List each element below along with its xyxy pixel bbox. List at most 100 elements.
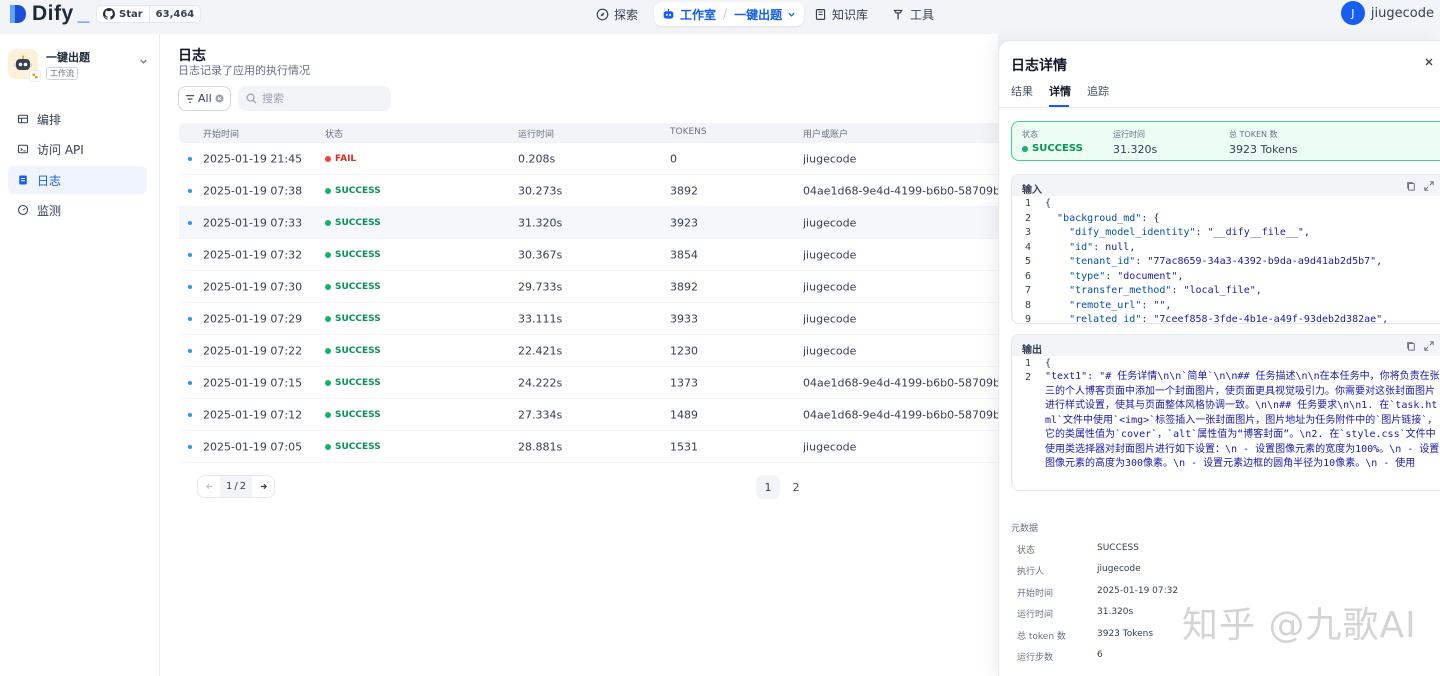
- metadata-value: jiugecode: [1097, 564, 1141, 575]
- page-2-button[interactable]: 2: [784, 475, 808, 499]
- status-badge: SUCCESS: [1022, 143, 1083, 154]
- chevron-down-icon[interactable]: [139, 57, 148, 66]
- table-header: 开始时间 状态 运行时间 TOKENS 用户或账户: [179, 123, 998, 143]
- sidebar-item-logs[interactable]: 日志: [8, 166, 147, 194]
- nav-knowledge[interactable]: 知识库: [806, 2, 876, 26]
- row-user: 04ae1d68-9e4d-4199-b6b0-58709bae28: [803, 184, 1028, 197]
- row-tokens: 3892: [670, 184, 698, 197]
- row-tokens: 1489: [670, 408, 698, 421]
- expand-icon[interactable]: [1424, 341, 1434, 351]
- metadata-value: 3923 Tokens: [1097, 628, 1154, 639]
- sidebar-item-orchestrate[interactable]: 编排: [8, 105, 147, 133]
- current-app-selector[interactable]: 一键出题: [734, 6, 782, 23]
- row-user: jiugecode: [803, 152, 857, 165]
- code-line: "type": "document",: [1069, 270, 1184, 282]
- row-time: 2025-01-19 21:45: [203, 152, 303, 165]
- nav-explore[interactable]: 探索: [588, 2, 646, 26]
- nav-tools[interactable]: 工具: [884, 2, 942, 26]
- github-star-button[interactable]: Star 63,464: [96, 5, 202, 23]
- tab-detail[interactable]: 详情: [1049, 83, 1071, 99]
- copy-icon[interactable]: [1406, 181, 1416, 191]
- log-list-area: 日志 日志记录了应用的执行情况 All 开始时间 状态 运行时间 TOKENS …: [160, 34, 1028, 676]
- file-text-icon: [19, 175, 27, 185]
- tab-result[interactable]: 结果: [1011, 83, 1033, 99]
- metadata-label: 状态: [1017, 546, 1036, 556]
- table-row[interactable]: 2025-01-19 07:15 SUCCESS 24.222s 1373 04ae1d…: [179, 367, 1028, 399]
- unread-dot: [188, 156, 192, 161]
- row-time: 2025-01-19 07:29: [203, 312, 303, 325]
- code-line: "dify_model_identity": "__dify__file__",: [1069, 227, 1310, 238]
- status-badge: SUCCESS: [325, 218, 381, 228]
- sidebar-item-api[interactable]: 访问 API: [8, 135, 147, 163]
- row-user: 04ae1d68-9e4d-4199-b6b0-58709bae28: [803, 408, 1028, 421]
- app-name: 一键出题: [46, 50, 90, 64]
- table-row[interactable]: 2025-01-19 07:32 SUCCESS 30.367s 3854 jiugec…: [179, 239, 998, 271]
- unread-dot: [188, 348, 192, 353]
- row-tokens: 1531: [670, 440, 698, 453]
- code-line: "remote_url": "",: [1069, 299, 1172, 311]
- sidebar-item-monitor[interactable]: 监测: [8, 196, 147, 224]
- row-time: 2025-01-19 07:05: [203, 440, 303, 453]
- user-menu[interactable]: J jiugecode: [1340, 1, 1434, 25]
- arrow-left-icon: [205, 483, 212, 490]
- table-row[interactable]: 2025-01-19 07:30 SUCCESS 29.733s 3892 jiugec…: [179, 271, 998, 303]
- status-badge: SUCCESS: [325, 346, 381, 356]
- row-tokens: 1230: [670, 344, 698, 357]
- workflow-icon: [32, 73, 38, 79]
- metadata-label: 执行人: [1017, 567, 1045, 578]
- clear-icon[interactable]: [215, 94, 224, 103]
- col-tokens: TOKENS: [670, 127, 707, 137]
- sidebar: 一键出题 工作流 编排 访问 API 日志 监测: [0, 34, 160, 676]
- terminal-icon: [17, 144, 29, 154]
- search-input[interactable]: [262, 92, 382, 105]
- tab-trace[interactable]: 追踪: [1087, 83, 1109, 99]
- output-title: 输出: [1022, 345, 1042, 356]
- code-line: "transfer_method": "local_file",: [1069, 285, 1262, 296]
- page-1-button[interactable]: 1: [756, 475, 780, 499]
- status-badge: SUCCESS: [325, 186, 381, 196]
- row-runtime: 31.320s: [518, 216, 563, 229]
- robot-icon: [663, 8, 674, 19]
- row-user: jiugecode: [803, 344, 857, 357]
- table-row[interactable]: 2025-01-19 07:05 SUCCESS 28.881s 1531 jiugec…: [179, 431, 998, 463]
- unread-dot: [188, 412, 192, 417]
- panel-title: 日志详情: [1011, 58, 1067, 74]
- metadata-label: 运行步数: [1017, 653, 1054, 663]
- output-editor[interactable]: 1 { 2 "text1": "# 任务详情\n\n`简单`\n\n## 任务描…: [1013, 356, 1440, 490]
- table-row[interactable]: 2025-01-19 07:29 SUCCESS 33.111s 3933 jiugec…: [179, 303, 998, 335]
- chevron-down-icon[interactable]: [787, 10, 796, 19]
- app-switcher[interactable]: 一键出题 工作流: [8, 46, 152, 82]
- row-runtime: 29.733s: [518, 280, 563, 293]
- app-icon: [8, 49, 41, 82]
- next-page-button[interactable]: [252, 476, 274, 497]
- table-row[interactable]: 2025-01-19 21:45 FAIL 0.208s 0 jiugecode: [179, 143, 998, 175]
- row-runtime: 24.222s: [518, 376, 563, 389]
- row-runtime: 30.273s: [518, 184, 563, 197]
- search-box[interactable]: [238, 86, 391, 111]
- pagination-stepper: 1/2: [197, 475, 276, 498]
- dify-logo[interactable]: Dify _: [8, 2, 90, 26]
- row-time: 2025-01-19 07:22: [203, 344, 303, 357]
- status-filter[interactable]: All: [178, 86, 231, 111]
- expand-icon[interactable]: [1424, 181, 1434, 191]
- app-type-badge: 工作流: [46, 66, 78, 80]
- table-row[interactable]: 2025-01-19 07:38 SUCCESS 30.273s 3892 04ae1d…: [179, 175, 1028, 207]
- copy-icon[interactable]: [1406, 341, 1416, 351]
- nav-studio[interactable]: 工作室 / 一键出题: [654, 2, 805, 26]
- row-time: 2025-01-19 07:15: [203, 376, 303, 389]
- table-row[interactable]: 2025-01-19 07:33 SUCCESS 31.320s 3923 jiugec…: [179, 207, 998, 239]
- prev-page-button[interactable]: [198, 476, 220, 497]
- status-badge: SUCCESS: [325, 314, 381, 324]
- status-badge: SUCCESS: [325, 410, 381, 420]
- close-icon[interactable]: [1424, 57, 1434, 67]
- input-code-block: 输入 1{2 "backgroud_md": {3 "dify_model_id…: [1011, 174, 1440, 324]
- input-editor[interactable]: 1{2 "backgroud_md": {3 "dify_model_ident…: [1013, 196, 1440, 323]
- user-name: jiugecode: [1370, 5, 1434, 21]
- col-start-time: 开始时间: [203, 130, 240, 140]
- star-count: 63,464: [148, 6, 201, 22]
- unread-dot: [188, 284, 192, 289]
- unread-dot: [188, 252, 192, 257]
- table-row[interactable]: 2025-01-19 07:22 SUCCESS 22.421s 1230 jiugec…: [179, 335, 998, 367]
- page-total: 2: [239, 481, 247, 492]
- table-row[interactable]: 2025-01-19 07:12 SUCCESS 27.334s 1489 04ae1d…: [179, 399, 1028, 431]
